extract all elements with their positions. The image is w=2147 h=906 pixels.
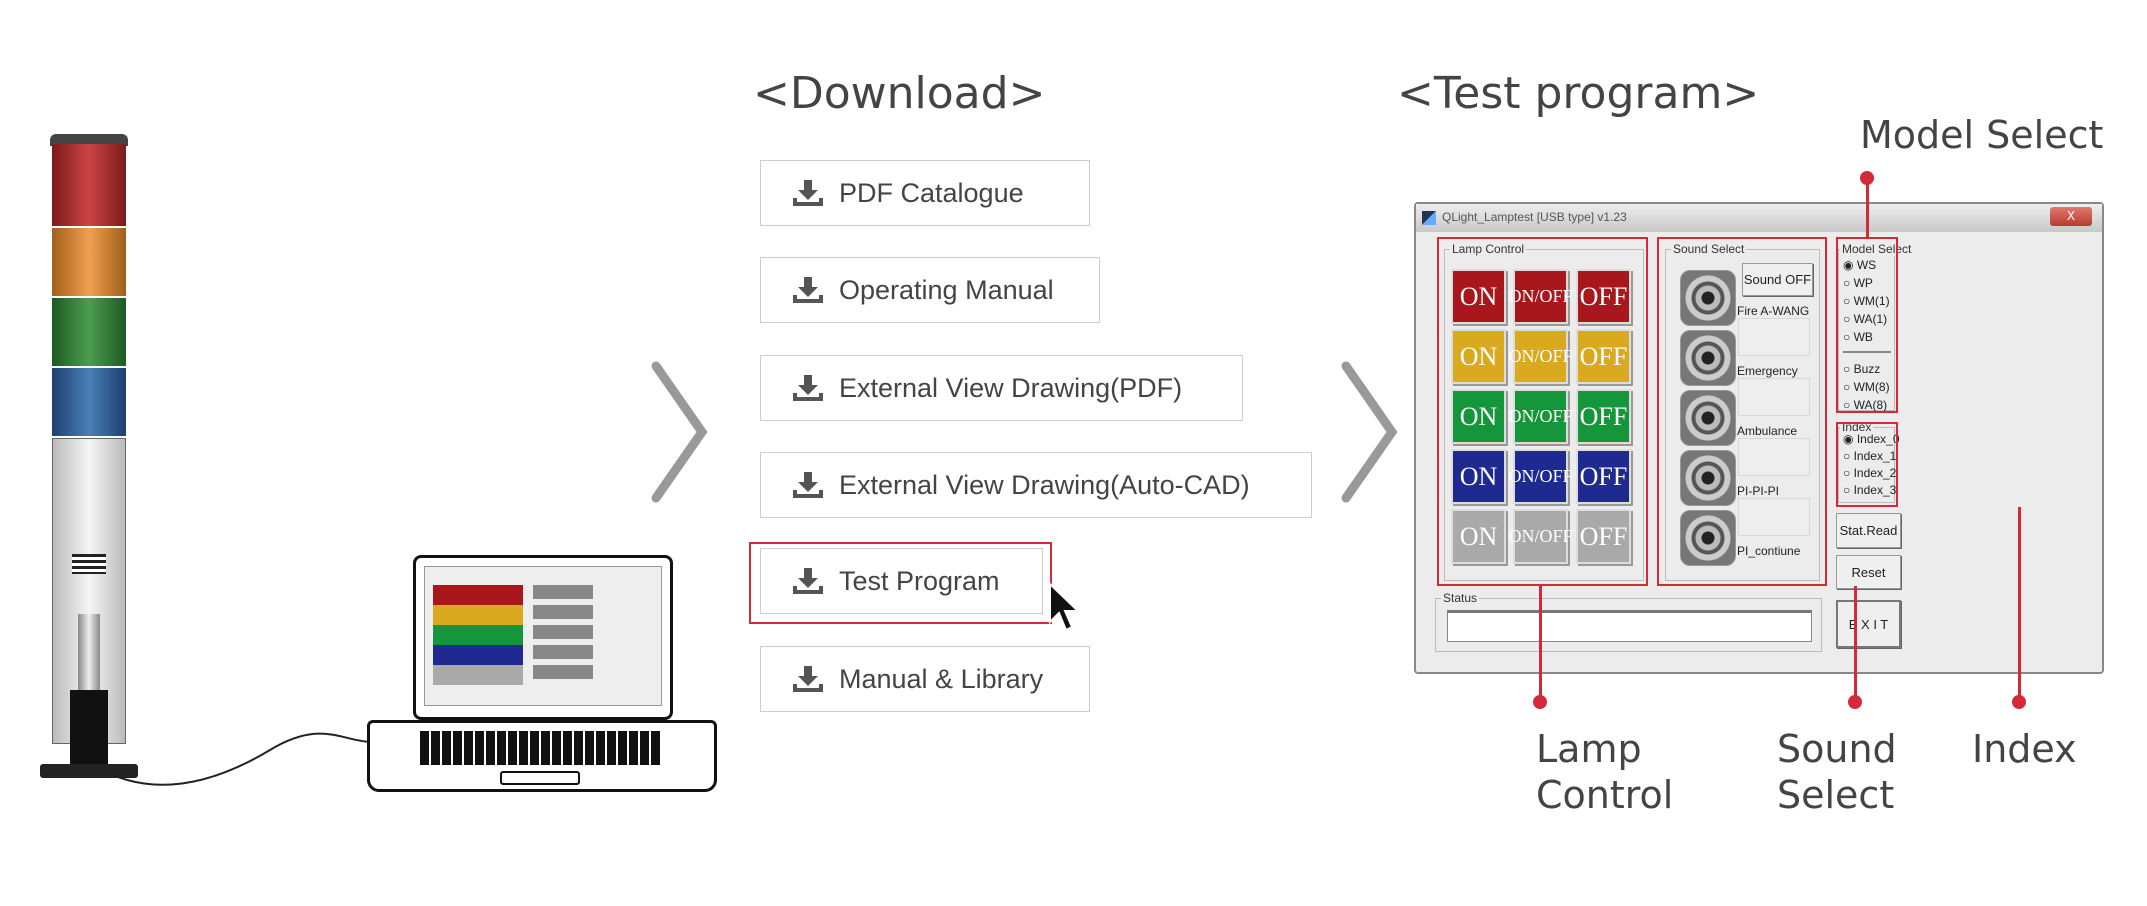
download-label: External View Drawing(PDF): [839, 372, 1183, 403]
reset-button[interactable]: Reset: [1836, 555, 1901, 589]
status-field[interactable]: [1447, 610, 1812, 642]
download-icon: [793, 375, 823, 401]
download-icon: [793, 277, 823, 303]
download-heading: <Download>: [753, 68, 1046, 119]
test-program-heading: <Test program>: [1397, 68, 1760, 119]
download-2-button[interactable]: External View Drawing(PDF): [760, 355, 1243, 421]
chevron-right-icon: [1341, 361, 1398, 503]
model-select-highlight: [1836, 237, 1898, 413]
usb-cable: [101, 732, 371, 786]
lamp-control-highlight: [1437, 237, 1648, 586]
window-title: QLight_Lamptest [USB type] v1.23: [1416, 204, 2102, 232]
download-label: External View Drawing(Auto-CAD): [839, 469, 1250, 500]
download-label: PDF Catalogue: [839, 177, 1024, 208]
download-5-button[interactable]: Manual & Library: [760, 646, 1090, 712]
callout-dot: [2012, 695, 2026, 709]
callout-lamp-control-1: Lamp: [1536, 727, 1642, 771]
download-label: Operating Manual: [839, 274, 1054, 305]
callout-sound-select-2: Select: [1777, 773, 1895, 817]
mouse-cursor-icon: [1049, 582, 1081, 632]
stat-read-button[interactable]: Stat.Read: [1836, 513, 1901, 548]
laptop-image: [363, 555, 719, 801]
download-0-button[interactable]: PDF Catalogue: [760, 160, 1090, 226]
sound-select-highlight: [1657, 237, 1827, 586]
download-label: Manual & Library: [839, 663, 1044, 694]
callout-line: [1539, 586, 1542, 701]
exit-button[interactable]: E X I T: [1836, 600, 1901, 648]
index-highlight: [1836, 422, 1898, 507]
test-program-highlight: [749, 542, 1052, 624]
download-icon: [793, 472, 823, 498]
download-icon: [793, 180, 823, 206]
callout-model-select: Model Select: [1860, 113, 2104, 157]
callout-line: [1854, 586, 1857, 701]
close-button[interactable]: X: [2050, 207, 2092, 226]
download-3-button[interactable]: External View Drawing(Auto-CAD): [760, 452, 1312, 518]
callout-index: Index: [1972, 727, 2077, 771]
callout-dot: [1848, 695, 1862, 709]
callout-dot: [1533, 695, 1547, 709]
callout-line: [2018, 507, 2021, 701]
callout-lamp-control-2: Control: [1536, 773, 1674, 817]
callout-sound-select-1: Sound: [1777, 727, 1897, 771]
download-1-button[interactable]: Operating Manual: [760, 257, 1100, 323]
chevron-right-icon: [651, 361, 708, 503]
download-icon: [793, 666, 823, 692]
callout-line: [1866, 178, 1869, 238]
status-label: Status: [1441, 591, 1480, 605]
signal-tower-image: [40, 134, 138, 794]
app-icon: [1422, 211, 1436, 225]
